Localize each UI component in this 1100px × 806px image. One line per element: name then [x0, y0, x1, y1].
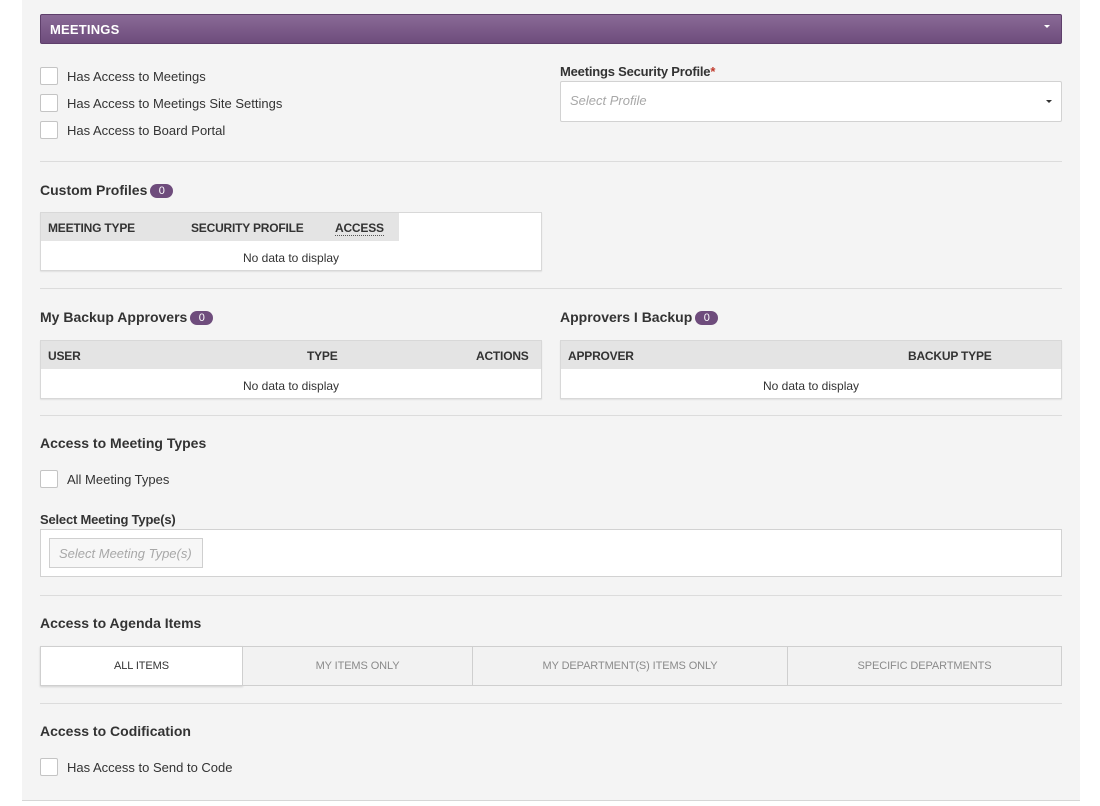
- custom-profiles-count-badge: 0: [150, 184, 174, 198]
- custom-profiles-grid: MEETING TYPE SECURITY PROFILE ACCESS No …: [40, 212, 542, 271]
- column-header-approver[interactable]: APPROVER: [568, 349, 634, 363]
- column-header-security-profile[interactable]: SECURITY PROFILE: [191, 221, 304, 235]
- empty-message: No data to display: [242, 251, 340, 265]
- grid-header: MEETING TYPE SECURITY PROFILE ACCESS: [41, 213, 399, 241]
- meeting-types-multiselect[interactable]: Select Meeting Type(s): [40, 529, 1062, 577]
- backup-approvers-title-text: My Backup Approvers: [40, 309, 188, 325]
- has-access-meetings-label: Has Access to Meetings: [67, 69, 206, 84]
- divider: [40, 595, 1062, 596]
- column-header-user[interactable]: USER: [48, 349, 81, 363]
- empty-message: No data to display: [242, 379, 340, 393]
- security-profile-select[interactable]: Select Profile: [560, 81, 1062, 122]
- all-meeting-types-checkbox[interactable]: [40, 470, 58, 488]
- agenda-items-title: Access to Agenda Items: [40, 615, 202, 631]
- meeting-types-title: Access to Meeting Types: [40, 435, 207, 451]
- chevron-down-icon[interactable]: [1044, 25, 1050, 28]
- approvers-i-backup-title: Approvers I Backup 0: [560, 309, 719, 325]
- codification-title: Access to Codification: [40, 723, 191, 739]
- backup-approvers-grid: USER TYPE ACTIONS No data to display: [40, 340, 542, 399]
- backup-approvers-title: My Backup Approvers 0: [40, 309, 214, 325]
- grid-header: USER TYPE ACTIONS: [41, 341, 541, 369]
- security-profile-label-text: Meetings Security Profile: [560, 64, 711, 79]
- custom-profiles-title-text: Custom Profiles: [40, 182, 148, 198]
- agenda-option-my-items-only[interactable]: MY ITEMS ONLY: [242, 646, 473, 686]
- has-access-site-settings-checkbox[interactable]: [40, 94, 58, 112]
- has-access-board-portal-checkbox[interactable]: [40, 121, 58, 139]
- all-meeting-types-label: All Meeting Types: [67, 472, 170, 487]
- divider: [40, 288, 1062, 289]
- empty-message: No data to display: [762, 379, 860, 393]
- has-access-meetings-checkbox[interactable]: [40, 67, 58, 85]
- approvers-i-backup-grid: APPROVER BACKUP TYPE No data to display: [560, 340, 1062, 399]
- column-header-backup-type[interactable]: BACKUP TYPE: [908, 349, 992, 363]
- column-header-access[interactable]: ACCESS: [335, 221, 384, 236]
- chevron-down-icon: [1046, 100, 1052, 103]
- grid-header: APPROVER BACKUP TYPE: [561, 341, 1061, 369]
- send-to-code-checkbox[interactable]: [40, 758, 58, 776]
- security-profile-placeholder: Select Profile: [570, 93, 647, 108]
- section-title: MEETINGS: [50, 22, 120, 37]
- backup-approvers-count-badge: 0: [190, 311, 214, 325]
- approvers-i-backup-count-badge: 0: [695, 311, 719, 325]
- agenda-option-all-items[interactable]: ALL ITEMS: [40, 646, 243, 686]
- send-to-code-label: Has Access to Send to Code: [67, 760, 233, 775]
- divider: [40, 415, 1062, 416]
- select-meeting-types-label: Select Meeting Type(s): [40, 512, 176, 527]
- has-access-site-settings-label: Has Access to Meetings Site Settings: [67, 96, 283, 111]
- divider: [40, 161, 1062, 162]
- has-access-board-portal-label: Has Access to Board Portal: [67, 123, 226, 138]
- approvers-i-backup-title-text: Approvers I Backup: [560, 309, 693, 325]
- custom-profiles-title: Custom Profiles 0: [40, 182, 174, 198]
- meeting-types-placeholder: Select Meeting Type(s): [59, 546, 192, 561]
- security-profile-label: Meetings Security Profile*: [560, 64, 715, 79]
- agenda-option-specific-departments[interactable]: SPECIFIC DEPARTMENTS: [787, 646, 1062, 686]
- column-header-type[interactable]: TYPE: [307, 349, 338, 363]
- column-header-actions: ACTIONS: [476, 349, 529, 363]
- agenda-option-my-departments-items[interactable]: MY DEPARTMENT(S) ITEMS ONLY: [472, 646, 788, 686]
- meeting-types-search-input[interactable]: Select Meeting Type(s): [49, 538, 203, 568]
- required-mark: *: [710, 64, 716, 79]
- divider: [40, 703, 1062, 704]
- meetings-section-header[interactable]: MEETINGS: [40, 14, 1062, 44]
- column-header-meeting-type[interactable]: MEETING TYPE: [48, 221, 135, 235]
